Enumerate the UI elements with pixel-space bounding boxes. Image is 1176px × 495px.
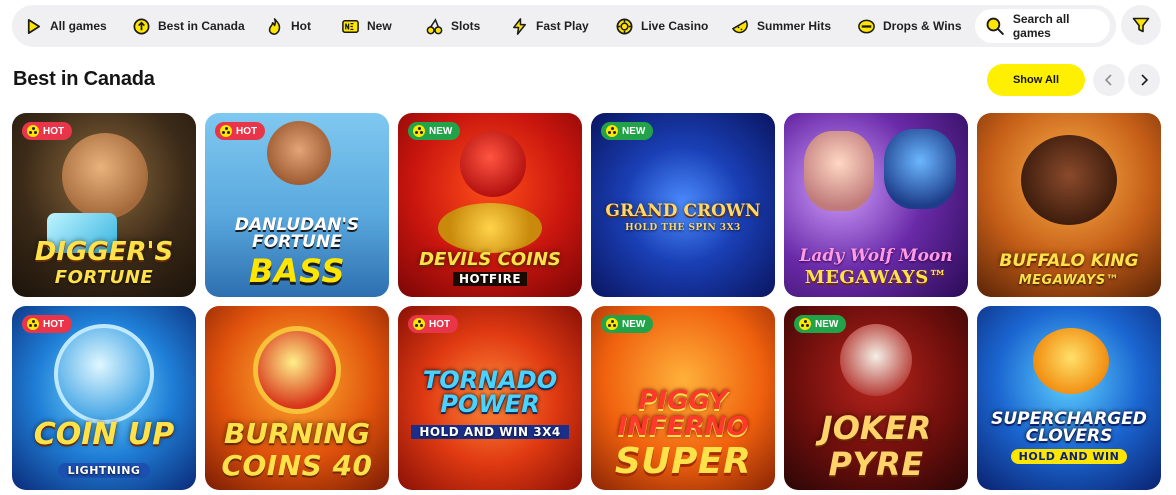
badge-icon	[27, 125, 39, 137]
hot-badge: HOT	[215, 122, 266, 140]
nav-item-best-in-canada[interactable]: Best in Canada	[132, 5, 265, 47]
devil-illustration	[460, 131, 526, 197]
nav-item-new[interactable]: New	[341, 5, 425, 47]
hot-badge: HOT	[22, 315, 73, 333]
clover-illustration	[1033, 328, 1109, 394]
game-tile-devils-coins-hotfire[interactable]: NEW DEVILS COINSHOTFIRE	[398, 113, 582, 297]
nav-item-label: Drops & Wins	[883, 19, 962, 33]
game-tile-tornado-power[interactable]: HOT TORNADO POWERHOLD AND WIN 3X4	[398, 306, 582, 490]
game-tile-danludans-fortune-bass[interactable]: HOT DANLUDAN'S FORTUNE BASS	[205, 113, 389, 297]
badge-icon	[799, 318, 811, 330]
badge-icon	[27, 318, 39, 330]
game-title: TORNADO POWERHOLD AND WIN 3X4	[398, 368, 582, 440]
flame-icon	[268, 17, 281, 35]
game-title: BUFFALO KING MEGAWAYS™	[999, 251, 1139, 288]
game-title: COIN UPLIGHTNING	[33, 417, 175, 478]
nav-item-slots[interactable]: Slots	[425, 5, 510, 47]
previous-button[interactable]	[1093, 64, 1125, 96]
new-icon	[342, 19, 359, 33]
coin-illustration	[54, 324, 154, 424]
nav-item-live-casino[interactable]: Live Casino	[615, 5, 731, 47]
nav-item-label: Summer Hits	[757, 19, 832, 33]
joker-illustration	[840, 324, 912, 396]
game-title: SUPERCHARGED CLOVERSHOLD AND WIN	[991, 409, 1147, 464]
nav-item-label: Live Casino	[641, 19, 709, 33]
buffalo-illustration	[1021, 135, 1117, 225]
nav-item-label: All games	[50, 19, 107, 33]
game-title: DIGGER'S FORTUNE	[34, 237, 174, 288]
search-placeholder: Search all games	[1012, 12, 1070, 40]
section-title: Best in Canada	[13, 68, 155, 90]
coin-illustration	[253, 326, 341, 414]
new-badge: NEW	[408, 122, 461, 140]
drops-icon	[858, 19, 875, 33]
nav-item-all-games[interactable]: All games	[24, 5, 132, 47]
badge-icon	[606, 318, 618, 330]
chevron-left-icon	[1104, 74, 1112, 86]
game-title: Lady Wolf Moon MEGAWAYS™	[799, 246, 953, 288]
chevron-right-icon	[1141, 74, 1149, 86]
watermelon-icon	[731, 19, 748, 33]
trophy-icon	[133, 18, 150, 34]
play-icon	[27, 18, 41, 34]
coins-illustration	[438, 203, 542, 253]
game-tile-joker-pyre[interactable]: NEW JOKER PYRE	[784, 306, 968, 490]
search-input[interactable]: Search all games	[975, 9, 1110, 43]
game-tile-lady-wolf-moon[interactable]: Lady Wolf Moon MEGAWAYS™	[784, 113, 968, 297]
category-nav: All games Best in Canada Hot New Slots F…	[12, 5, 1116, 47]
nav-item-fast-play[interactable]: Fast Play	[510, 5, 615, 47]
game-tile-piggy-inferno-super[interactable]: NEW PIGGY INFERNO SUPER	[591, 306, 775, 490]
nav-item-label: Best in Canada	[158, 19, 245, 33]
game-title: PIGGY INFERNO SUPER	[614, 386, 752, 482]
show-all-button[interactable]: Show All	[987, 64, 1085, 96]
badge-icon	[220, 125, 232, 137]
lightning-icon	[513, 17, 526, 35]
nav-item-label: New	[367, 19, 392, 33]
game-tile-buffalo-king-megaways[interactable]: BUFFALO KING MEGAWAYS™	[977, 113, 1161, 297]
filter-icon	[1132, 17, 1150, 33]
character-illustration	[267, 121, 331, 185]
character-illustration	[62, 133, 148, 219]
nav-item-label: Slots	[451, 19, 481, 33]
game-title: JOKER PYRE	[820, 409, 932, 483]
filter-button[interactable]	[1121, 5, 1161, 45]
hot-badge: HOT	[408, 315, 459, 333]
search-icon	[986, 17, 1004, 35]
hot-badge: HOT	[22, 122, 73, 140]
chip-icon	[616, 18, 633, 34]
game-tile-diggers-fortune[interactable]: HOT DIGGER'S FORTUNE	[12, 113, 196, 297]
nav-item-label: Hot	[291, 19, 311, 33]
cherries-icon	[426, 17, 443, 34]
badge-icon	[413, 318, 425, 330]
wolf-illustration	[884, 129, 956, 209]
nav-item-hot[interactable]: Hot	[265, 5, 341, 47]
game-tile-coin-up-lightning[interactable]: HOT COIN UPLIGHTNING	[12, 306, 196, 490]
nav-item-label: Fast Play	[536, 19, 589, 33]
badge-icon	[413, 125, 425, 137]
game-title: BURNING COINS 40	[221, 417, 373, 482]
new-badge: NEW	[601, 315, 654, 333]
game-tile-grand-crown[interactable]: NEW GRAND CROWN HOLD THE SPIN 3X3	[591, 113, 775, 297]
nav-item-drops-wins[interactable]: Drops & Wins	[857, 5, 977, 47]
game-title: GRAND CROWN HOLD THE SPIN 3X3	[605, 201, 761, 233]
game-title: DANLUDAN'S FORTUNE BASS	[234, 215, 360, 290]
badge-icon	[606, 125, 618, 137]
new-badge: NEW	[794, 315, 847, 333]
game-tile-supercharged-clovers[interactable]: SUPERCHARGED CLOVERSHOLD AND WIN	[977, 306, 1161, 490]
nav-item-summer-hits[interactable]: Summer Hits	[731, 5, 857, 47]
next-button[interactable]	[1128, 64, 1160, 96]
game-title: DEVILS COINSHOTFIRE	[419, 249, 561, 286]
game-tile-burning-coins-40[interactable]: BURNING COINS 40	[205, 306, 389, 490]
new-badge: NEW	[601, 122, 654, 140]
lady-illustration	[804, 131, 874, 211]
